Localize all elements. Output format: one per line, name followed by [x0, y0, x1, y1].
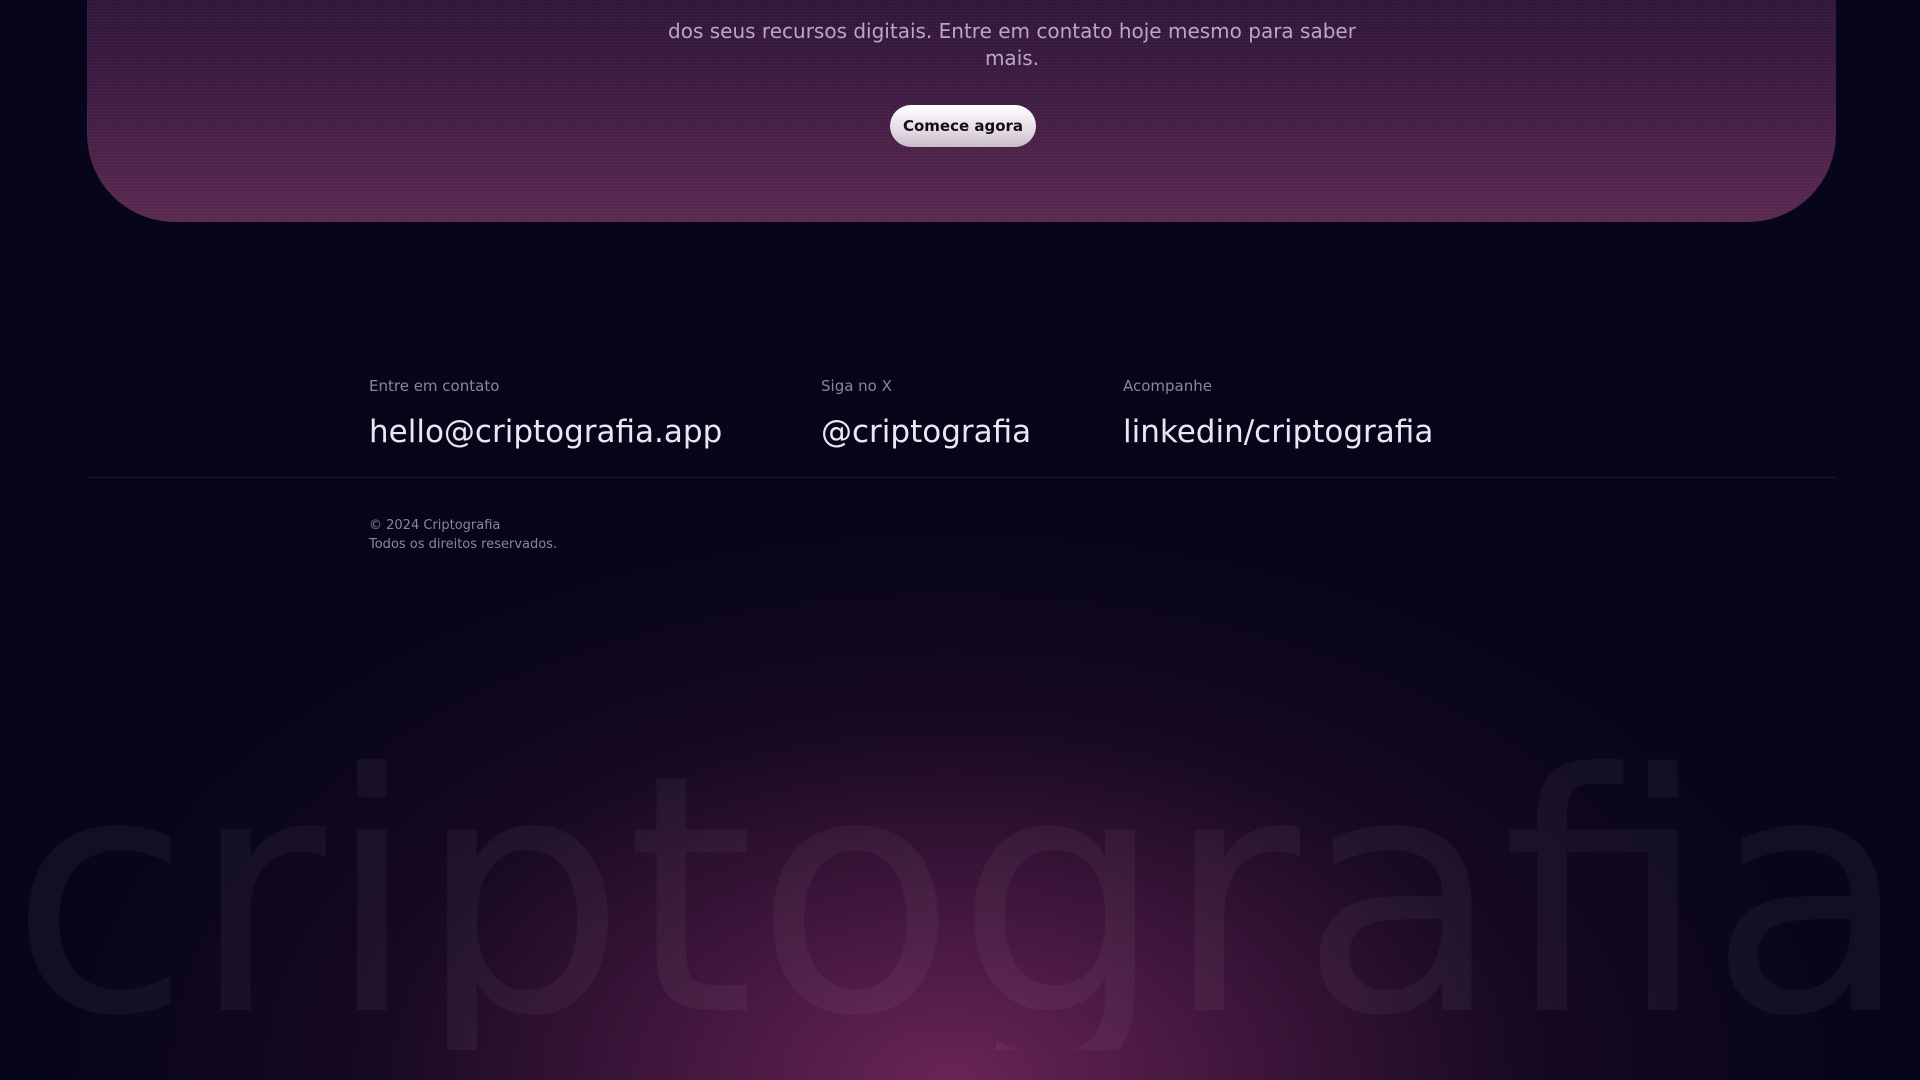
footer-divider [87, 477, 1836, 478]
cta-text-line-2: mais. [984, 46, 1040, 70]
contact-linkedin-column: Acompanhe linkedin/criptografia [1123, 376, 1433, 452]
legal-notice: © 2024 Criptografia Todos os direitos re… [369, 516, 557, 554]
contact-linkedin-label: Acompanhe [1123, 377, 1212, 395]
cta-text-line-1: dos seus recursos digitais. Entre em con… [668, 19, 1356, 43]
contact-x-column: Siga no X @criptografia [821, 376, 1031, 452]
brand-wordmark-text: criptografia [10, 704, 1910, 1050]
copyright-text: © 2024 Criptografia [369, 518, 501, 533]
rights-text: Todos os direitos reservados. [369, 537, 558, 552]
contact-x-link[interactable]: @criptografia [821, 412, 1031, 452]
contact-x-label: Siga no X [821, 377, 892, 395]
start-now-button[interactable]: Comece agora [890, 105, 1036, 147]
contact-email-column: Entre em contato hello@criptografia.app [369, 376, 722, 452]
page: dos seus recursos digitais. Entre em con… [0, 0, 1920, 1080]
contact-linkedin-link[interactable]: linkedin/criptografia [1123, 412, 1433, 452]
contact-email-label: Entre em contato [369, 377, 500, 395]
cta-card: dos seus recursos digitais. Entre em con… [87, 0, 1836, 222]
brand-wordmark: criptografia [10, 704, 1910, 1050]
contact-email-link[interactable]: hello@criptografia.app [369, 412, 722, 452]
cta-description: dos seus recursos digitais. Entre em con… [647, 18, 1377, 72]
